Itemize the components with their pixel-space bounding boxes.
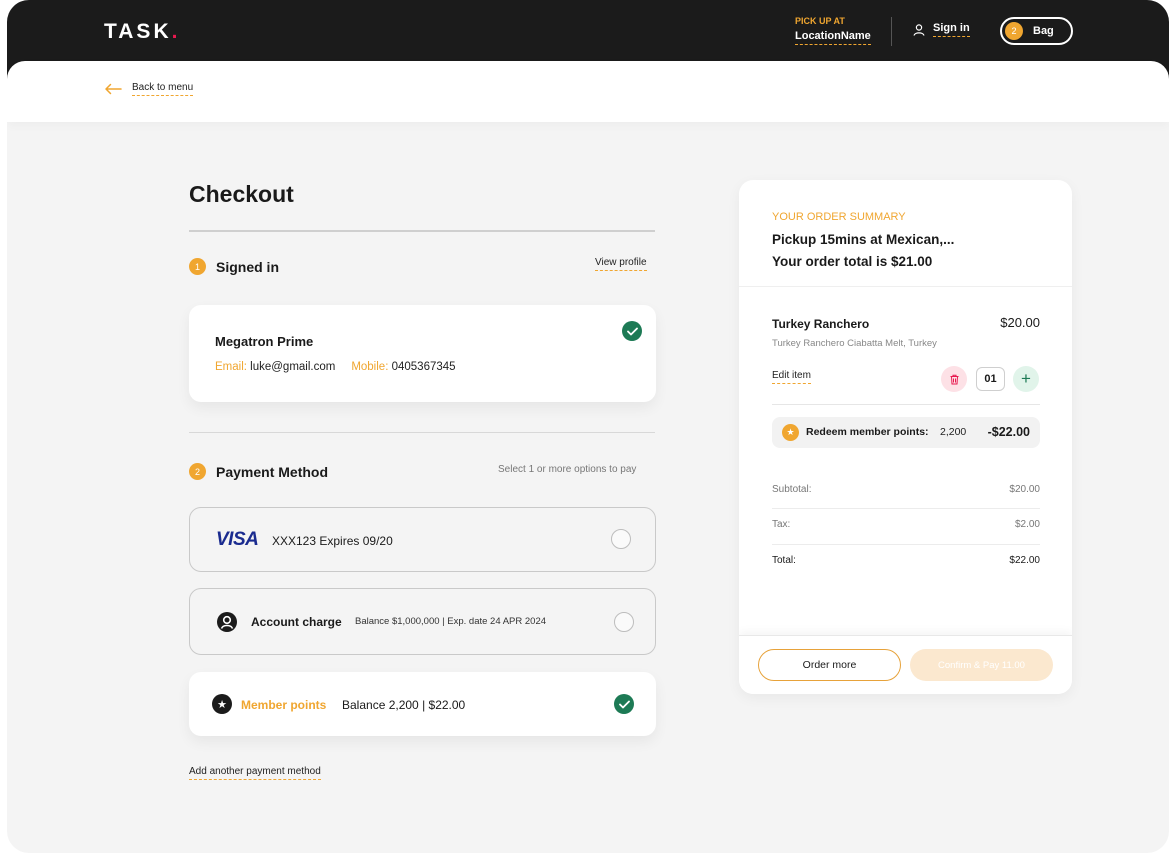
app-frame: TASK. PICK UP AT LocationName Sign in 2 … [7, 0, 1169, 853]
order-total-summary: Your order total is $21.00 [772, 254, 933, 269]
add-payment-method-link[interactable]: Add another payment method [189, 766, 321, 780]
bag-count-badge: 2 [1005, 22, 1023, 40]
item-divider [772, 404, 1040, 405]
quantity-field[interactable]: 01 [976, 367, 1005, 391]
visa-logo: VISA [216, 529, 259, 550]
visa-radio[interactable] [611, 529, 631, 549]
email-label: Email: [215, 361, 247, 373]
step-payment-header: 2 Payment Method [189, 463, 328, 480]
sign-in-link[interactable]: Sign in [913, 22, 970, 37]
total-row: Total: $22.00 [772, 555, 1040, 566]
user-card: Megatron Prime Email: luke@gmail.com Mob… [189, 305, 656, 402]
account-radio[interactable] [614, 612, 634, 632]
header-divider [891, 17, 892, 46]
summary-divider [739, 286, 1072, 287]
user-icon [913, 23, 925, 36]
total-value: $22.00 [1009, 555, 1040, 566]
summary-label: YOUR ORDER SUMMARY [772, 211, 906, 223]
account-charge-detail: Balance $1,000,000 | Exp. date 24 APR 20… [355, 616, 547, 627]
view-profile-link[interactable]: View profile [595, 257, 647, 271]
bag-label: Bag [1033, 25, 1054, 37]
email-value: luke@gmail.com [250, 361, 336, 373]
check-icon[interactable] [614, 694, 634, 714]
total-label: Total: [772, 555, 796, 566]
item-price: $20.00 [1000, 315, 1040, 330]
subtotal-row: Subtotal: $20.00 [772, 484, 1040, 495]
user-name: Megatron Prime [215, 334, 314, 349]
account-icon [217, 612, 237, 632]
section-divider [189, 432, 655, 433]
payment-option-visa[interactable]: VISA XXX123 Expires 09/20 [189, 507, 656, 572]
check-icon [622, 321, 642, 341]
summary-footer: Order more Confirm & Pay 11.00 [739, 635, 1072, 694]
payment-option-account[interactable]: Account charge Balance $1,000,000 | Exp.… [189, 588, 656, 655]
step-signed-in-header: 1 Signed in [189, 258, 279, 275]
edit-item-link[interactable]: Edit item [772, 370, 811, 384]
order-summary-panel: YOUR ORDER SUMMARY Pickup 15mins at Mexi… [739, 180, 1072, 694]
totals-divider [772, 544, 1040, 545]
back-to-menu-link[interactable]: Back to menu [104, 82, 194, 96]
confirm-pay-button[interactable]: Confirm & Pay 11.00 [910, 649, 1053, 681]
totals-divider [772, 508, 1040, 509]
order-more-button[interactable]: Order more [758, 649, 901, 681]
tax-row: Tax: $2.00 [772, 519, 1040, 530]
subtotal-label: Subtotal: [772, 484, 812, 495]
title-divider [189, 230, 655, 232]
star-icon: ★ [782, 424, 799, 441]
member-points-detail: Balance 2,200 | $22.00 [342, 698, 466, 712]
redeem-points: 2,200 [940, 426, 967, 438]
arrow-left-icon [105, 83, 122, 95]
subtotal-value: $20.00 [1009, 484, 1040, 495]
step-title: Payment Method [216, 463, 329, 480]
redeem-label: Redeem member points: [806, 426, 929, 438]
sub-nav-bar: Back to menu [7, 61, 1169, 122]
mobile-value: 0405367345 [391, 361, 456, 373]
redeem-amount: -$22.00 [987, 425, 1030, 439]
sign-in-label: Sign in [933, 22, 970, 37]
payment-option-member-points[interactable]: ★ Member points Balance 2,200 | $22.00 [189, 672, 656, 736]
redeem-points-row: ★ Redeem member points: 2,200 -$22.00 [772, 417, 1040, 448]
logo[interactable]: TASK. [104, 20, 180, 44]
tax-label: Tax: [772, 519, 791, 530]
plus-icon[interactable]: + [1013, 366, 1039, 392]
star-icon: ★ [212, 694, 232, 714]
logo-dot: . [171, 20, 181, 43]
account-charge-title: Account charge [251, 615, 342, 629]
pickup-location[interactable]: PICK UP AT LocationName [795, 16, 871, 45]
trash-icon[interactable] [941, 366, 967, 392]
step-title: Signed in [216, 258, 279, 275]
card-details: XXX123 Expires 09/20 [272, 534, 393, 548]
tax-value: $2.00 [1014, 519, 1040, 530]
step-number-badge: 1 [189, 258, 206, 275]
back-label: Back to menu [132, 82, 194, 96]
step-number-badge: 2 [189, 463, 206, 480]
item-description: Turkey Ranchero Ciabatta Melt, Turkey [772, 338, 937, 349]
page-title: Checkout [189, 181, 294, 207]
member-points-title: Member points [241, 698, 327, 712]
item-name: Turkey Ranchero [772, 317, 870, 331]
mobile-label: Mobile: [351, 361, 389, 373]
user-contact: Email: luke@gmail.com Mobile: 0405367345 [215, 361, 456, 373]
bag-button[interactable]: 2 Bag [1000, 17, 1073, 45]
pickup-label: PICK UP AT [795, 16, 845, 26]
location-name[interactable]: LocationName [795, 30, 871, 45]
payment-hint: Select 1 or more options to pay [498, 464, 637, 475]
pickup-summary: Pickup 15mins at Mexican,... [772, 232, 955, 247]
